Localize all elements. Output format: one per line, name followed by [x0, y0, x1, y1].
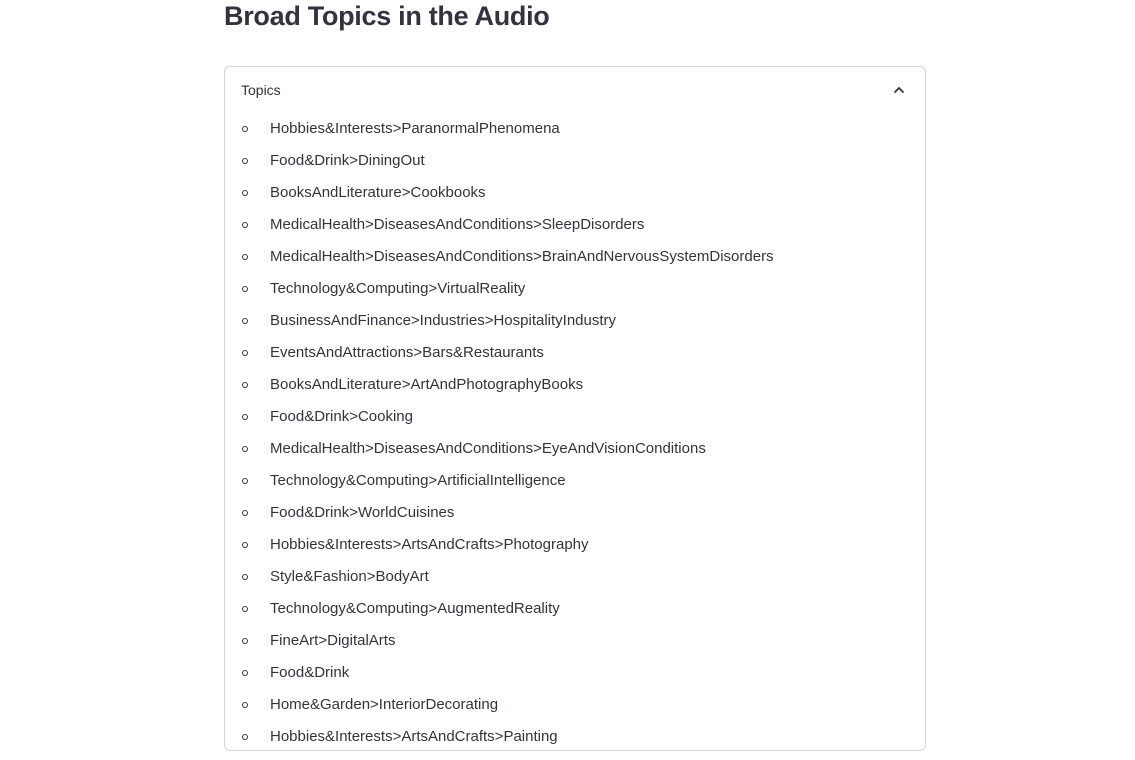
bullet-icon: [242, 254, 248, 260]
bullet-icon: [242, 542, 248, 548]
topic-list-item: Style&Fashion>BodyArt: [225, 561, 925, 593]
bullet-icon: [242, 350, 248, 356]
topic-label: Food&Drink>Cooking: [270, 408, 413, 425]
bullet-icon: [242, 734, 248, 740]
topic-label: BooksAndLiterature>ArtAndPhotographyBook…: [270, 376, 584, 393]
bullet-icon: [242, 446, 248, 452]
bullet-icon: [242, 638, 248, 644]
topic-label: Hobbies&Interests>ArtsAndCrafts>Painting: [270, 728, 558, 745]
topics-expander-label: Topics: [241, 82, 281, 98]
topics-expander: Topics Hobbies&Interests>ParanormalPheno…: [224, 66, 926, 751]
bullet-icon: [242, 286, 248, 292]
topic-list-item: Technology&Computing>VirtualReality: [225, 273, 925, 305]
topic-label: Home&Garden>InteriorDecorating: [270, 696, 499, 713]
topic-list-item: BooksAndLiterature>Cookbooks: [225, 177, 925, 209]
bullet-icon: [242, 318, 248, 324]
topic-list-item: Food&Drink: [225, 657, 925, 689]
bullet-icon: [242, 222, 248, 228]
topic-label: Food&Drink>WorldCuisines: [270, 504, 455, 521]
topic-label: MedicalHealth>DiseasesAndConditions>Brai…: [270, 248, 774, 265]
topic-list-item: Technology&Computing>ArtificialIntellige…: [225, 465, 925, 497]
bullet-icon: [242, 702, 248, 708]
bullet-icon: [242, 382, 248, 388]
topic-label: BusinessAndFinance>Industries>Hospitalit…: [270, 312, 617, 329]
topic-list-item: EventsAndAttractions>Bars&Restaurants: [225, 337, 925, 369]
topic-list-item: MedicalHealth>DiseasesAndConditions>EyeA…: [225, 433, 925, 465]
topic-list-item: FineArt>DigitalArts: [225, 625, 925, 657]
topic-label: Style&Fashion>BodyArt: [270, 568, 429, 585]
topic-list-item: MedicalHealth>DiseasesAndConditions>Brai…: [225, 241, 925, 273]
topic-list-item: Food&Drink>DiningOut: [225, 145, 925, 177]
bullet-icon: [242, 414, 248, 420]
topic-list-item: Technology&Computing>AugmentedReality: [225, 593, 925, 625]
topic-label: Hobbies&Interests>ParanormalPhenomena: [270, 120, 560, 137]
topic-label: Technology&Computing>AugmentedReality: [270, 600, 560, 617]
topic-list-item: MedicalHealth>DiseasesAndConditions>Slee…: [225, 209, 925, 241]
bullet-icon: [242, 510, 248, 516]
topic-label: MedicalHealth>DiseasesAndConditions>EyeA…: [270, 440, 706, 457]
page-title: Broad Topics in the Audio: [224, 1, 550, 31]
bullet-icon: [242, 606, 248, 612]
topic-list-item: BooksAndLiterature>ArtAndPhotographyBook…: [225, 369, 925, 401]
bullet-icon: [242, 190, 248, 196]
topic-list-item: Home&Garden>InteriorDecorating: [225, 689, 925, 721]
bullet-icon: [242, 126, 248, 132]
topic-label: Food&Drink: [270, 664, 350, 681]
topic-label: Food&Drink>DiningOut: [270, 152, 425, 169]
topics-expander-header[interactable]: Topics: [225, 67, 925, 113]
topic-label: Technology&Computing>ArtificialIntellige…: [270, 472, 566, 489]
topic-list-item: Food&Drink>WorldCuisines: [225, 497, 925, 529]
topic-list-item: Hobbies&Interests>ArtsAndCrafts>Photogra…: [225, 529, 925, 561]
topic-list-item: Hobbies&Interests>ParanormalPhenomena: [225, 113, 925, 145]
topic-list-item: Food&Drink>Cooking: [225, 401, 925, 433]
topic-label: FineArt>DigitalArts: [270, 632, 396, 649]
bullet-icon: [242, 478, 248, 484]
topic-list-item: BusinessAndFinance>Industries>Hospitalit…: [225, 305, 925, 337]
bullet-icon: [242, 158, 248, 164]
topic-label: BooksAndLiterature>Cookbooks: [270, 184, 486, 201]
topic-list-item: Hobbies&Interests>ArtsAndCrafts>Painting: [225, 721, 925, 750]
topic-label: Technology&Computing>VirtualReality: [270, 280, 526, 297]
topic-label: MedicalHealth>DiseasesAndConditions>Slee…: [270, 216, 645, 233]
topic-label: EventsAndAttractions>Bars&Restaurants: [270, 344, 544, 361]
bullet-icon: [242, 574, 248, 580]
topic-list: Hobbies&Interests>ParanormalPhenomena Fo…: [225, 113, 925, 750]
topic-label: Hobbies&Interests>ArtsAndCrafts>Photogra…: [270, 536, 589, 553]
bullet-icon: [242, 670, 248, 676]
chevron-up-icon[interactable]: [893, 84, 905, 96]
